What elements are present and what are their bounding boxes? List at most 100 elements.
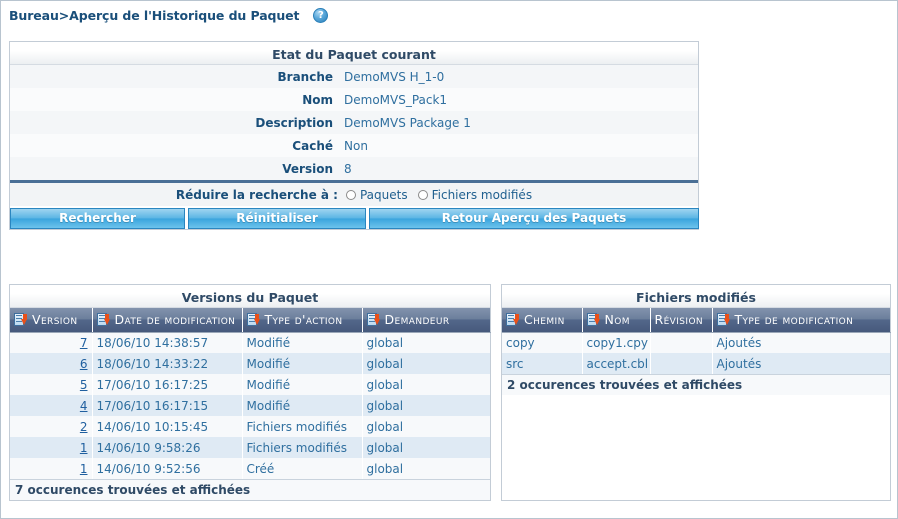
package-versions-title: Versions du Paquet xyxy=(10,285,490,308)
package-versions-body: 7 18/06/10 14:38:57 Modifié global 6 18/… xyxy=(10,332,490,479)
package-status-table: Branche DemoMVS H_1-0 Nom DemoMVS_Pack1 … xyxy=(10,65,698,180)
table-row: 5 17/06/10 16:17:25 Modifié global xyxy=(10,374,490,395)
column-header-modification-type-label: Type de modification xyxy=(734,312,854,328)
help-icon[interactable]: ? xyxy=(313,8,329,23)
cell-modification-type: Ajoutés xyxy=(712,332,890,353)
table-row: Branche DemoMVS H_1-0 xyxy=(10,65,698,88)
cell-version: 5 xyxy=(10,374,92,395)
package-versions-panel: Versions du Paquet Version Date de modif… xyxy=(9,284,491,501)
cell-version: 1 xyxy=(10,458,92,479)
field-label-version: Version xyxy=(10,157,340,180)
cell-date: 18/06/10 14:33:22 xyxy=(92,353,242,374)
back-to-packages-button[interactable]: Retour Aperçu des Paquets xyxy=(369,208,699,229)
cell-action: Modifié xyxy=(242,332,362,353)
package-status-panel: Etat du Paquet courant Branche DemoMVS H… xyxy=(9,41,699,230)
field-value-version: 8 xyxy=(340,157,698,180)
table-row: 1 14/06/10 9:58:26 Fichiers modifiés glo… xyxy=(10,437,490,458)
version-link[interactable]: 1 xyxy=(80,462,88,476)
cell-revision xyxy=(650,353,712,374)
column-header-revision[interactable]: Révision xyxy=(650,308,713,333)
column-header-requester[interactable]: Demandeur xyxy=(362,308,490,333)
cell-version: 1 xyxy=(10,437,92,458)
action-button-bar: Rechercher Réinitialiser Retour Aperçu d… xyxy=(10,206,699,229)
column-header-path-label: Chemin xyxy=(524,312,565,328)
cell-requester: global xyxy=(362,374,490,395)
radio-fichiers-modifies-label: Fichiers modifiés xyxy=(431,187,533,202)
sort-icon xyxy=(96,312,110,327)
table-header-row: Version Date de modification Type d'acti… xyxy=(10,308,490,333)
radio-fichiers-modifies-dot[interactable] xyxy=(417,189,428,200)
field-label-nom: Nom xyxy=(10,88,340,111)
cell-action: Fichiers modifiés xyxy=(242,416,362,437)
field-label-description: Description xyxy=(10,111,340,134)
sort-icon xyxy=(586,312,600,327)
column-header-path[interactable]: Chemin xyxy=(502,308,583,333)
cell-date: 14/06/10 9:52:56 xyxy=(92,458,242,479)
cell-action: Modifié xyxy=(242,395,362,416)
modified-files-footer: 2 occurences trouvées et affichées xyxy=(502,374,890,395)
cell-path: copy xyxy=(502,332,582,353)
sort-icon xyxy=(716,312,730,327)
radio-fichiers-modifies[interactable]: Fichiers modifiés xyxy=(417,187,533,202)
column-header-version-label: Version xyxy=(32,312,78,328)
field-label-cache: Caché xyxy=(10,134,340,157)
cell-modification-type: Ajoutés xyxy=(712,353,890,374)
cell-action: Modifié xyxy=(242,353,362,374)
table-row: 1 14/06/10 9:52:56 Créé global xyxy=(10,458,490,479)
table-header-row: Chemin Nom Révision Type de modification xyxy=(502,308,890,333)
table-row: Description DemoMVS Package 1 xyxy=(10,111,698,134)
cell-filename: copy1.cpy xyxy=(582,332,650,353)
cell-requester: global xyxy=(362,416,490,437)
narrow-search-row: Réduire la recherche à : Paquets Fichier… xyxy=(10,183,698,206)
cell-date: 18/06/10 14:38:57 xyxy=(92,332,242,353)
version-link[interactable]: 4 xyxy=(80,399,88,413)
field-value-branche: DemoMVS H_1-0 xyxy=(340,65,698,88)
column-header-filename-label: Nom xyxy=(604,312,630,328)
table-row: 4 17/06/10 16:17:15 Modifié global xyxy=(10,395,490,416)
version-link[interactable]: 6 xyxy=(80,357,88,371)
radio-paquets-dot[interactable] xyxy=(345,189,356,200)
package-status-title: Etat du Paquet courant xyxy=(10,42,698,65)
column-header-revision-label: Révision xyxy=(654,312,704,328)
column-header-action-type[interactable]: Type d'action xyxy=(242,308,363,333)
modified-files-panel: Fichiers modifiés Chemin Nom Révision Ty… xyxy=(501,284,891,501)
page-root: Bureau>Aperçu de l'Historique du Paquet … xyxy=(0,0,898,519)
results-area: Versions du Paquet Version Date de modif… xyxy=(9,284,891,501)
cell-requester: global xyxy=(362,458,490,479)
cell-date: 14/06/10 10:15:45 xyxy=(92,416,242,437)
table-row: copy copy1.cpy Ajoutés xyxy=(502,332,890,353)
cell-requester: global xyxy=(362,353,490,374)
radio-paquets[interactable]: Paquets xyxy=(345,187,408,202)
modified-files-head: Chemin Nom Révision Type de modification xyxy=(502,308,890,333)
cell-revision xyxy=(650,332,712,353)
sort-icon xyxy=(366,312,380,327)
cell-requester: global xyxy=(362,437,490,458)
package-status-body: Branche DemoMVS H_1-0 Nom DemoMVS_Pack1 … xyxy=(10,65,698,180)
cell-date: 17/06/10 16:17:15 xyxy=(92,395,242,416)
modified-files-body: copy copy1.cpy Ajoutés src accept.cbl Aj… xyxy=(502,332,890,374)
narrow-search-radio-group: Paquets Fichiers modifiés xyxy=(345,187,533,202)
breadcrumb-text[interactable]: Bureau>Aperçu de l'Historique du Paquet xyxy=(9,8,300,23)
column-header-modification-type[interactable]: Type de modification xyxy=(712,308,890,333)
table-row: Nom DemoMVS_Pack1 xyxy=(10,88,698,111)
modified-files-table: Chemin Nom Révision Type de modification… xyxy=(502,308,891,374)
column-header-date[interactable]: Date de modification xyxy=(92,308,243,333)
version-link[interactable]: 7 xyxy=(80,336,88,350)
cell-version: 2 xyxy=(10,416,92,437)
modified-files-title: Fichiers modifiés xyxy=(502,285,890,308)
reset-button[interactable]: Réinitialiser xyxy=(188,208,366,229)
column-header-version[interactable]: Version xyxy=(10,308,93,333)
narrow-search-label: Réduire la recherche à : xyxy=(175,187,338,202)
cell-date: 14/06/10 9:58:26 xyxy=(92,437,242,458)
table-row: Version 8 xyxy=(10,157,698,180)
radio-paquets-label: Paquets xyxy=(359,187,408,202)
version-link[interactable]: 1 xyxy=(80,441,88,455)
version-link[interactable]: 2 xyxy=(80,420,88,434)
cell-requester: global xyxy=(362,395,490,416)
package-versions-head: Version Date de modification Type d'acti… xyxy=(10,308,490,333)
cell-path: src xyxy=(502,353,582,374)
column-header-action-type-label: Type d'action xyxy=(264,312,343,328)
version-link[interactable]: 5 xyxy=(80,378,88,392)
column-header-filename[interactable]: Nom xyxy=(582,308,651,333)
search-button[interactable]: Rechercher xyxy=(10,208,185,229)
